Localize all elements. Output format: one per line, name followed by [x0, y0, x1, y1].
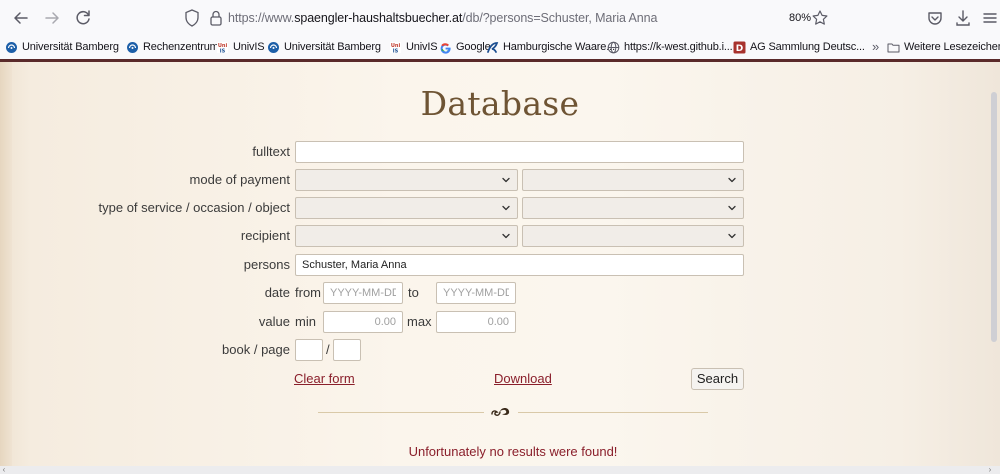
bookmark-label: Universität Bamberg	[22, 41, 119, 53]
forward-arrow-icon[interactable]	[40, 6, 64, 30]
value-min-input[interactable]	[323, 311, 403, 333]
page-input[interactable]	[333, 339, 361, 361]
fulltext-label: fulltext	[252, 144, 290, 159]
chevron-down-icon	[728, 233, 736, 239]
chevron-down-icon	[502, 177, 510, 183]
recipient-select-1[interactable]	[295, 225, 518, 247]
lock-icon[interactable]	[206, 7, 226, 29]
bookmark-star-icon[interactable]	[810, 8, 830, 28]
back-arrow-icon[interactable]	[9, 6, 33, 30]
bookmark-item[interactable]: Rechenzentrum	[126, 36, 219, 58]
bookmark-item[interactable]: D AG Sammlung Deutsc...	[733, 36, 865, 58]
hamburger-menu-icon[interactable]	[978, 6, 1000, 30]
download-link[interactable]: Download	[494, 369, 552, 389]
value-max-label: max	[407, 314, 432, 329]
clear-form-link[interactable]: Clear form	[294, 369, 355, 389]
svg-text:D: D	[736, 44, 743, 54]
bookmark-item[interactable]: https://k-west.github.i...	[607, 36, 733, 58]
bookmark-label: Rechenzentrum	[143, 41, 219, 53]
book-page-separator: /	[326, 342, 330, 357]
bookmarks-overflow-chevron-icon[interactable]: »	[872, 36, 879, 58]
chevron-down-icon	[728, 177, 736, 183]
bookmark-item[interactable]: Universität Bamberg	[267, 36, 381, 58]
bookmark-label: Hamburgische Waare...	[503, 41, 615, 53]
chevron-down-icon	[728, 205, 736, 211]
bookmark-item[interactable]: Uni IS UnivIS	[389, 36, 438, 58]
fleuron-ornament-icon	[486, 402, 516, 422]
bookmark-folder[interactable]: Weitere Lesezeichen	[887, 36, 1000, 58]
uni-bamberg-icon	[6, 41, 17, 53]
vertical-scrollbar-thumb[interactable]	[991, 92, 997, 342]
bookmark-label: Universität Bamberg	[284, 41, 381, 53]
date-to-label: to	[408, 285, 419, 300]
uni-bamberg-icon	[127, 41, 138, 53]
reload-icon[interactable]	[71, 6, 95, 30]
horizontal-scrollbar[interactable]: ‹ ›	[0, 466, 1000, 474]
recipient-select-2[interactable]	[522, 225, 744, 247]
date-label: date	[264, 285, 290, 300]
service-label: type of service / occasion / object	[98, 200, 290, 215]
folder-icon	[887, 43, 900, 52]
svg-text:IS: IS	[393, 48, 399, 54]
page-left-edge	[0, 62, 12, 474]
univis-icon: UniIS	[217, 41, 228, 54]
date-from-input[interactable]	[323, 282, 403, 304]
url-text[interactable]: https://www.spaengler-haushaltsbuecher.a…	[228, 5, 657, 32]
bookmark-folder-label: Weitere Lesezeichen	[904, 41, 1000, 53]
url-path: /db/?persons=Schuster, Maria Anna	[462, 11, 658, 25]
fulltext-input[interactable]	[295, 141, 744, 163]
scroll-left-arrow-icon[interactable]: ‹	[0, 466, 8, 474]
divider-right	[518, 412, 708, 413]
value-label: value	[258, 314, 290, 329]
no-results-message: Unfortunately no results were found!	[408, 444, 618, 459]
address-bar[interactable]: https://www.spaengler-haushaltsbuecher.a…	[176, 5, 848, 32]
service-select-2[interactable]	[522, 197, 744, 219]
bookmark-item[interactable]: Uni IS UnivIS	[216, 36, 265, 58]
search-button[interactable]: Search	[691, 368, 744, 390]
hamburg-icon	[487, 41, 499, 53]
payment-select-1[interactable]	[295, 169, 518, 191]
chevron-down-icon	[502, 205, 510, 211]
google-icon	[440, 42, 451, 54]
browser-toolbar: https://www.spaengler-haushaltsbuecher.a…	[0, 0, 1000, 36]
date-to-input[interactable]	[436, 282, 516, 304]
payment-select-2[interactable]	[522, 169, 744, 191]
persons-label: persons	[243, 257, 290, 272]
url-domain: spaengler-haushaltsbuecher.at	[294, 11, 463, 25]
book-page-label: book / page	[222, 342, 290, 357]
value-max-input[interactable]	[436, 311, 516, 333]
book-input[interactable]	[295, 339, 323, 361]
downloads-icon[interactable]	[951, 6, 975, 30]
pocket-icon[interactable]	[923, 6, 947, 30]
value-min-label: min	[295, 314, 316, 329]
bookmark-label: AG Sammlung Deutsc...	[750, 41, 865, 53]
date-from-label: from	[295, 285, 321, 300]
service-select-1[interactable]	[295, 197, 518, 219]
bookmark-label: UnivIS	[406, 41, 438, 53]
bookmark-item[interactable]: Google	[439, 36, 491, 58]
bookmark-label: https://k-west.github.i...	[624, 41, 733, 53]
payment-label: mode of payment	[189, 172, 290, 187]
recipient-label: recipient	[240, 228, 290, 243]
globe-icon	[607, 41, 620, 53]
scroll-right-arrow-icon[interactable]: ›	[986, 466, 994, 474]
univis-icon: UniIS	[390, 41, 401, 54]
bookmarks-toolbar: Universität Bamberg Rechenzentrum Uni IS …	[0, 36, 1000, 60]
persons-input[interactable]	[295, 254, 744, 276]
svg-text:IS: IS	[220, 48, 226, 54]
bookmark-label: UnivIS	[233, 41, 265, 53]
overflow-glyph: »	[872, 39, 880, 54]
page-content: Database fulltext mode of payment type o…	[0, 62, 1000, 474]
bookmark-item[interactable]: Hamburgische Waare...	[486, 36, 615, 58]
tracking-shield-icon[interactable]	[182, 7, 202, 29]
bookmark-item[interactable]: Universität Bamberg	[5, 36, 119, 58]
ag-sammlung-icon: D	[733, 41, 746, 54]
chevron-down-icon	[502, 233, 510, 239]
uni-bamberg-icon	[268, 41, 279, 53]
url-prefix: https://www.	[228, 11, 295, 25]
divider-left	[318, 412, 484, 413]
page-title: Database	[420, 84, 580, 123]
